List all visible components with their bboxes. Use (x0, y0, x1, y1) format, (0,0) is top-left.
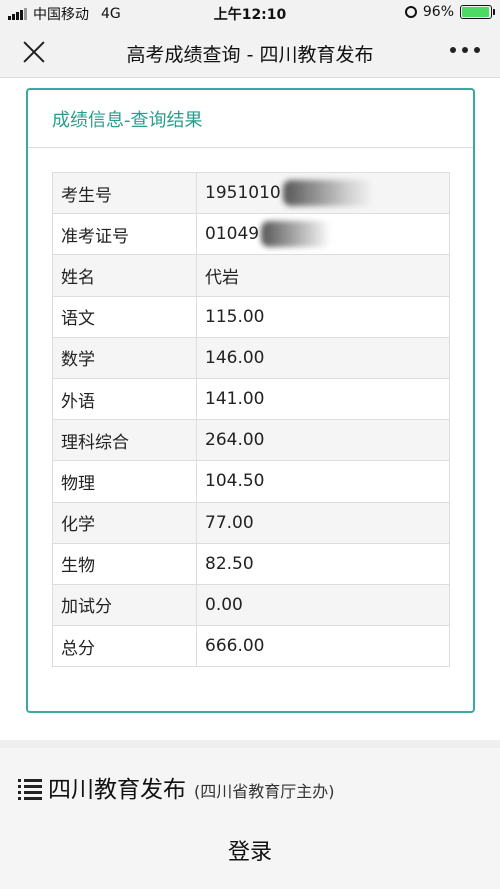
redaction-blur (261, 221, 332, 248)
redaction-blur (282, 180, 373, 207)
row-label: 总分 (52, 625, 197, 668)
row-value-text: 1951010 (205, 183, 281, 204)
row-value-text: 104.50 (205, 471, 265, 492)
row-value-text: 代岩 (205, 267, 239, 288)
nav-bar: 高考成绩查询 - 四川教育发布 (0, 26, 500, 78)
row-value: 代岩 (196, 254, 450, 297)
panel-heading: 成绩信息-查询结果 (28, 90, 473, 148)
row-value-text: 666.00 (205, 636, 265, 657)
row-value: 82.50 (196, 542, 450, 585)
row-value: 1951010 (196, 171, 450, 215)
row-value: 01049 (196, 213, 450, 256)
table-row: 姓名 代岩 (52, 254, 450, 297)
status-right: 96% (404, 4, 495, 20)
row-value-text: 82.50 (205, 553, 254, 574)
table-row: 外语 141.00 (52, 377, 450, 421)
more-icon[interactable] (450, 40, 480, 60)
row-label: 化学 (52, 501, 197, 544)
row-value-text: 141.00 (205, 389, 265, 410)
row-value: 115.00 (196, 295, 450, 338)
table-row: 生物 82.50 (52, 542, 450, 585)
row-value: 264.00 (196, 419, 450, 462)
row-value-text: 146.00 (205, 347, 265, 368)
row-value-text: 77.00 (205, 512, 254, 533)
table-row: 加试分 0.00 (52, 583, 450, 627)
row-label: 准考证号 (52, 213, 197, 256)
content-area: 成绩信息-查询结果 考生号 1951010 准考证号 01049 姓名 代岩 语文 115.0… (0, 78, 500, 740)
row-value: 666.00 (196, 625, 450, 668)
alarm-icon (404, 6, 417, 18)
row-label: 外语 (52, 377, 197, 421)
row-value-text: 0.00 (205, 594, 243, 615)
row-value: 104.50 (196, 460, 450, 503)
table-row: 准考证号 01049 (52, 213, 450, 256)
row-label: 加试分 (52, 583, 197, 627)
page-title: 高考成绩查询 - 四川教育发布 (126, 44, 374, 66)
score-table: 考生号 1951010 准考证号 01049 姓名 代岩 语文 115.00 数学 146.00 外… (52, 171, 450, 668)
table-row: 化学 77.00 (52, 501, 450, 544)
row-label: 姓名 (52, 254, 197, 297)
table-row: 数学 146.00 (52, 336, 450, 379)
row-label: 生物 (52, 542, 197, 585)
battery-percent: 96% (422, 4, 454, 20)
table-row: 物理 104.50 (52, 460, 450, 503)
table-row: 总分 666.00 (52, 625, 450, 668)
footer: 四川教育发布 (四川省教育厅主办) 登录 (0, 740, 500, 889)
result-panel: 成绩信息-查询结果 考生号 1951010 准考证号 01049 姓名 代岩 语文 115.0… (26, 88, 475, 713)
row-value: 77.00 (196, 501, 450, 544)
footer-brand[interactable]: 四川教育发布 (四川省教育厅主办) (18, 770, 335, 804)
row-label: 语文 (52, 295, 197, 338)
brand-subtitle: (四川省教育厅主办) (194, 782, 335, 801)
row-label: 数学 (52, 336, 197, 379)
row-label: 理科综合 (52, 419, 197, 462)
row-label: 考生号 (52, 171, 197, 215)
table-row: 语文 115.00 (52, 295, 450, 338)
table-row: 理科综合 264.00 (52, 419, 450, 462)
row-value: 141.00 (196, 377, 450, 421)
status-bar: 中国移动 4G 上午12:10 96% (0, 0, 500, 26)
battery-fill (462, 7, 489, 17)
row-value: 146.00 (196, 336, 450, 379)
battery-cap (493, 9, 495, 15)
brand-name: 四川教育发布 (48, 777, 186, 803)
row-value-text: 264.00 (205, 430, 265, 451)
table-row: 考生号 1951010 (52, 171, 450, 215)
row-value: 0.00 (196, 583, 450, 627)
menu-icon[interactable] (18, 779, 42, 800)
row-value-text: 115.00 (205, 306, 265, 327)
row-value-text: 01049 (205, 224, 260, 245)
login-link[interactable]: 登录 (0, 834, 500, 866)
row-label: 物理 (52, 460, 197, 503)
battery-icon (460, 5, 495, 19)
